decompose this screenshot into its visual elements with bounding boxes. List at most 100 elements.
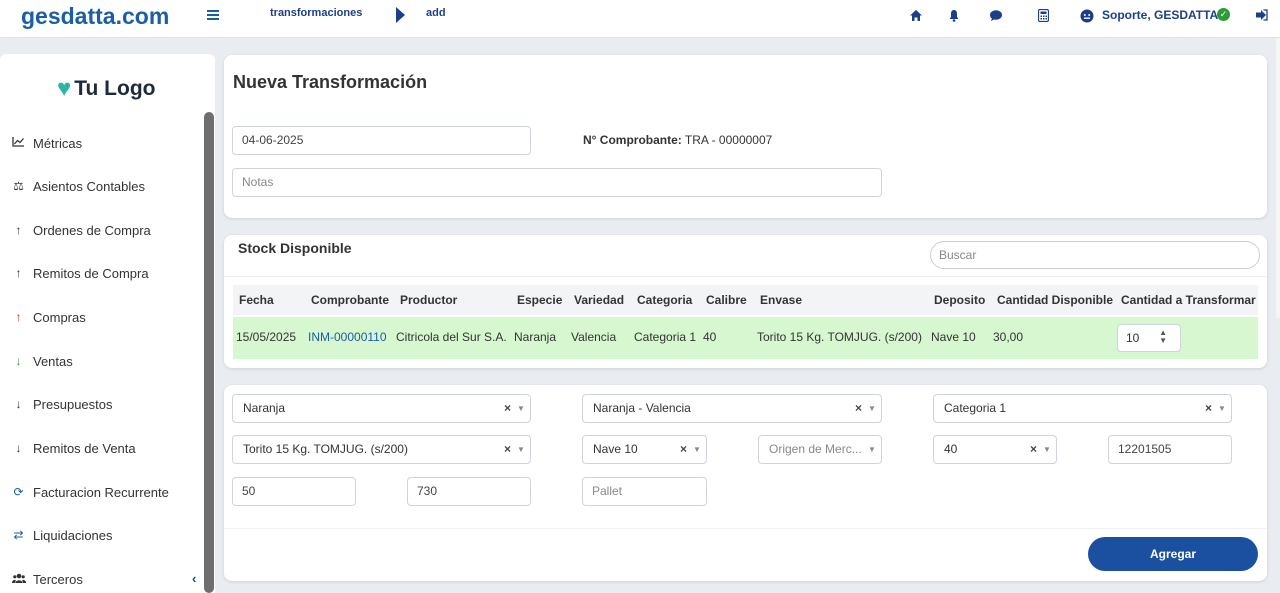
- sidebar-item-facturacion-recurrente[interactable]: ⟳ Facturacion Recurrente: [12, 482, 169, 502]
- stock-card: Stock Disponible Buscar Fecha Comprobant…: [224, 235, 1267, 368]
- quantity-value: 10: [1126, 331, 1140, 345]
- arrow-up-red-icon: ↑: [15, 310, 22, 324]
- user-icon[interactable]: [1080, 9, 1094, 25]
- users-icon: [12, 572, 26, 586]
- col-especie: Especie: [517, 293, 563, 307]
- sidebar-item-label: Remitos de Compra: [33, 265, 149, 281]
- logout-icon[interactable]: [1255, 9, 1268, 23]
- sidebar: ♥ Tu Logo Métricas ⚖ Asientos Contables …: [0, 54, 215, 593]
- deposito-select[interactable]: Nave 10 × ▼: [582, 435, 707, 464]
- target-card: Naranja × ▼ Naranja - Valencia × ▼ Categ…: [224, 385, 1267, 581]
- clear-icon[interactable]: ×: [855, 395, 862, 422]
- home-icon[interactable]: [909, 9, 923, 24]
- code-field[interactable]: 12201505: [1108, 435, 1232, 464]
- cell-especie: Naranja: [514, 330, 557, 344]
- sidebar-item-label: Facturacion Recurrente: [33, 484, 169, 500]
- brand-logo[interactable]: gesdatta.com: [21, 3, 169, 30]
- sidebar-item-liquidaciones[interactable]: ⇄ Liquidaciones: [12, 525, 113, 545]
- chevron-down-icon[interactable]: ▼: [1218, 395, 1226, 422]
- sync-icon: ⟳: [13, 485, 24, 499]
- breadcrumb-transformaciones[interactable]: transformaciones: [270, 7, 362, 19]
- col-cantidad-a-transformar: Cantidad a Transformar: [1121, 293, 1256, 307]
- envase-select[interactable]: Torito 15 Kg. TOMJUG. (s/200) × ▼: [232, 435, 531, 464]
- table-header: Fecha Comprobante Productor Especie Vari…: [233, 285, 1258, 315]
- especie-select[interactable]: Naranja × ▼: [232, 394, 531, 423]
- scale-icon: ⚖: [13, 179, 24, 193]
- check-icon: ✓: [1217, 8, 1230, 21]
- chevron-down-icon[interactable]: ▼: [517, 436, 525, 463]
- logo-text: Tu Logo: [74, 77, 156, 100]
- clear-icon[interactable]: ×: [504, 395, 511, 422]
- chevron-down-icon[interactable]: ▼: [868, 436, 876, 463]
- transformation-form-card: Nueva Transformación 04-06-2025 N° Compr…: [224, 55, 1267, 218]
- chevron-down-icon[interactable]: ▼: [693, 436, 701, 463]
- company-logo[interactable]: ♥ Tu Logo: [57, 77, 156, 101]
- arrow-up-icon: ↑: [15, 266, 22, 280]
- cell-deposito: Nave 10: [931, 330, 976, 344]
- field-730[interactable]: 730: [407, 477, 531, 506]
- col-productor: Productor: [400, 293, 458, 307]
- sidebar-item-label: Terceros: [33, 571, 83, 587]
- page-scrollbar[interactable]: [1276, 38, 1280, 318]
- categoria-value: Categoria 1: [944, 401, 1007, 415]
- top-bar: gesdatta.com transformaciones add Soport…: [0, 0, 1280, 38]
- sidebar-item-terceros[interactable]: Terceros: [12, 569, 83, 589]
- cell-fecha: 15/05/2025: [236, 330, 297, 344]
- cell-calibre: 40: [703, 330, 717, 344]
- variedad-select[interactable]: Naranja - Valencia × ▼: [582, 394, 882, 423]
- origen-select[interactable]: Origen de Merc... ▼: [758, 435, 882, 464]
- sidebar-scrollbar[interactable]: [204, 112, 214, 593]
- sidebar-item-ordenes-de-compra[interactable]: ↑ Ordenes de Compra: [12, 220, 151, 240]
- pallet-field[interactable]: Pallet: [582, 477, 707, 506]
- sidebar-item-compras[interactable]: ↑ Compras: [12, 307, 86, 327]
- chevron-down-icon[interactable]: ▼: [868, 395, 876, 422]
- sidebar-item-presupuestos[interactable]: ↓ Presupuestos: [12, 394, 113, 414]
- chevron-down-icon[interactable]: ▼: [517, 395, 525, 422]
- deposito-value: Nave 10: [593, 442, 638, 456]
- especie-value: Naranja: [243, 401, 286, 415]
- chevron-left-icon[interactable]: ‹: [192, 571, 196, 586]
- clear-icon[interactable]: ×: [1030, 436, 1037, 463]
- cell-comprobante-link[interactable]: INM-00000110: [308, 330, 387, 344]
- sidebar-item-remitos-de-compra[interactable]: ↑ Remitos de Compra: [12, 263, 149, 283]
- user-name[interactable]: Soporte, GESDATTA: [1102, 8, 1218, 22]
- comprobante-value: TRA - 00000007: [684, 133, 773, 147]
- col-deposito: Deposito: [934, 293, 986, 307]
- add-button[interactable]: Agregar: [1088, 537, 1258, 571]
- menu-icon[interactable]: [207, 10, 219, 21]
- date-field[interactable]: 04-06-2025: [232, 126, 531, 155]
- sidebar-item-asientos-contables[interactable]: ⚖ Asientos Contables: [12, 176, 145, 196]
- col-envase: Envase: [760, 293, 803, 307]
- sidebar-item-ventas[interactable]: ↓ Ventas: [12, 351, 73, 371]
- sidebar-item-label: Liquidaciones: [33, 527, 113, 543]
- calibre-select[interactable]: 40 × ▼: [933, 435, 1057, 464]
- notes-field[interactable]: Notas: [232, 168, 882, 197]
- sidebar-item-label: Ordenes de Compra: [33, 222, 151, 238]
- clear-icon[interactable]: ×: [1205, 395, 1212, 422]
- variedad-value: Naranja - Valencia: [593, 401, 691, 415]
- arrow-down-icon: ↓: [15, 441, 22, 455]
- breadcrumb-arrow-icon: [396, 7, 405, 23]
- calculator-icon[interactable]: [1037, 8, 1050, 24]
- clear-icon[interactable]: ×: [504, 436, 511, 463]
- bell-icon[interactable]: [948, 9, 960, 24]
- arrow-down-icon: ↓: [15, 397, 22, 411]
- quantity-stepper[interactable]: 10 ▲ ▼: [1117, 324, 1181, 352]
- col-calibre: Calibre: [706, 293, 747, 307]
- col-fecha: Fecha: [239, 293, 274, 307]
- field-50[interactable]: 50: [232, 477, 356, 506]
- cell-envase: Torito 15 Kg. TOMJUG. (s/200): [757, 330, 922, 344]
- table-row[interactable]: 15/05/2025 INM-00000110 Citricola del Su…: [233, 317, 1258, 359]
- sidebar-item-remitos-de-venta[interactable]: ↓ Remitos de Venta: [12, 438, 136, 458]
- search-input[interactable]: Buscar: [930, 241, 1260, 269]
- chat-icon[interactable]: [989, 9, 1003, 24]
- categoria-select[interactable]: Categoria 1 × ▼: [933, 394, 1232, 423]
- sidebar-item-label: Asientos Contables: [33, 178, 146, 194]
- clear-icon[interactable]: ×: [680, 436, 687, 463]
- calibre-value: 40: [944, 442, 958, 456]
- sidebar-item-metricas[interactable]: Métricas: [12, 133, 82, 153]
- arrow-up-icon: ↑: [15, 223, 22, 237]
- chevron-down-icon[interactable]: ▼: [1043, 436, 1051, 463]
- spinner-icon[interactable]: ▲ ▼: [1159, 329, 1167, 345]
- comprobante-label: N° Comprobante:: [583, 133, 682, 147]
